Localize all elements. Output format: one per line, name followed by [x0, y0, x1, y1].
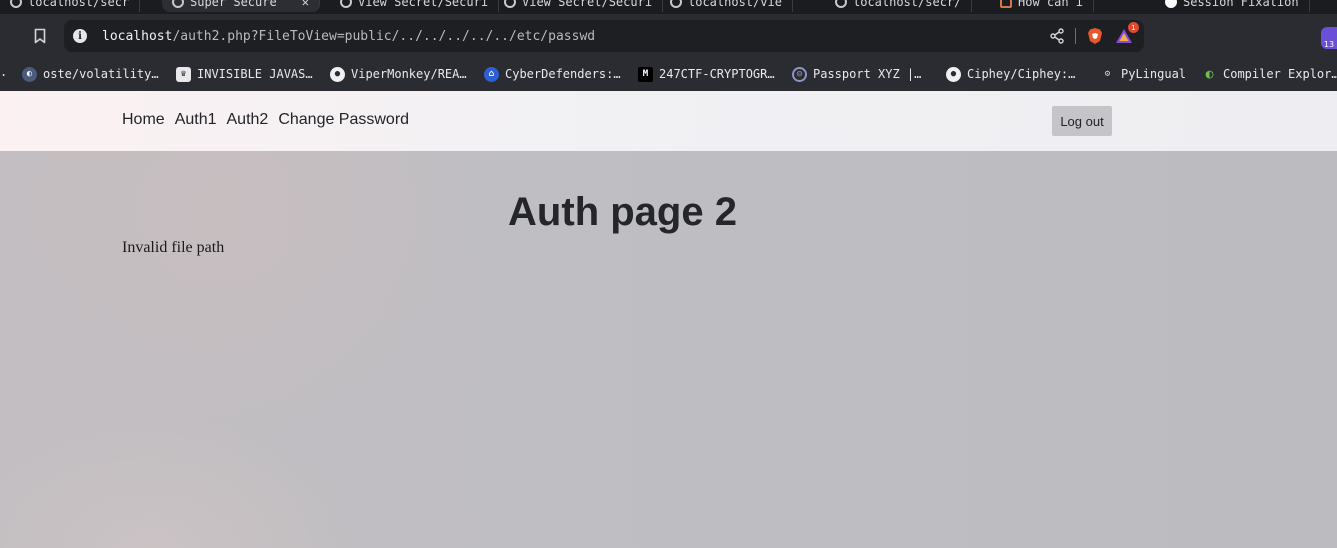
github-icon: ● [330, 66, 345, 82]
share-icon[interactable] [1049, 28, 1065, 44]
site-info-icon[interactable]: i [73, 29, 87, 43]
bookmarks-bar: . ◐ oste/volatility… ♛ INVISIBLE JAVAS… ● V… [0, 58, 1337, 91]
compiler-explorer-icon: ◐ [1205, 66, 1214, 82]
bookmark-overflow[interactable]: . [0, 65, 7, 79]
bookmark-item[interactable]: ◎ Passport XYZ |… [792, 63, 921, 85]
volatility-icon: ◐ [22, 66, 37, 82]
bookmark-icon [34, 28, 46, 44]
passport-icon: ◎ [792, 66, 807, 82]
bookmark-item[interactable]: ◐ oste/volatility… [22, 63, 159, 85]
tab-strip: localhost/secr Super Secure ✕ View Secret… [0, 0, 1337, 14]
error-message: Invalid file path [122, 239, 225, 256]
browser-tab-active[interactable]: Super Secure ✕ [162, 0, 320, 12]
nav-links: Home Auth1 Auth2 Change Password [122, 111, 409, 129]
site-navbar: Home Auth1 Auth2 Change Password Log out [0, 91, 1337, 151]
brave-rewards-button[interactable]: 1 [1114, 22, 1139, 46]
circle-icon [1165, 0, 1177, 8]
browser-tab[interactable]: localhost/secr [0, 0, 141, 12]
bookmark-page-button[interactable] [30, 26, 50, 46]
browser-toolbar: i localhost/auth2.php?FileToView=public/… [0, 14, 1337, 58]
divider [1075, 28, 1076, 44]
bookmark-item[interactable]: ⚙ PyLingual [1100, 63, 1186, 85]
globe-icon [670, 0, 682, 8]
cyberdefenders-icon: ⌂ [484, 66, 499, 82]
bookmark-item[interactable]: ● ViperMonkey/REA… [330, 63, 467, 85]
browser-tab[interactable]: View Secret/Securi [330, 0, 500, 12]
nav-link-auth2[interactable]: Auth2 [227, 111, 269, 129]
github-icon: ● [946, 66, 961, 82]
brave-shields-icon[interactable] [1086, 26, 1104, 46]
page-viewport: Home Auth1 Auth2 Change Password Log out… [0, 91, 1337, 548]
bookmark-item[interactable]: ◐ Compiler Explor… [1202, 63, 1337, 85]
globe-icon [504, 0, 516, 8]
extension-icon[interactable]: 13 [1321, 27, 1337, 49]
browser-tab[interactable]: How can i [990, 0, 1095, 12]
bookmark-item[interactable]: M 247CTF-CRYPTOGR… [638, 63, 775, 85]
globe-icon [835, 0, 847, 8]
page-title: Auth page 2 [508, 190, 737, 234]
url-text[interactable]: localhost/auth2.php?FileToView=public/..… [102, 29, 595, 44]
rewards-badge: 1 [1128, 22, 1139, 33]
browser-tab[interactable]: Session Fixation [1155, 0, 1310, 12]
logout-button[interactable]: Log out [1052, 106, 1112, 136]
browser-tab[interactable]: View Secret/Securi [494, 0, 664, 12]
globe-icon [10, 0, 22, 8]
bookmark-item[interactable]: ⌂ CyberDefenders:… [484, 63, 621, 85]
nav-link-home[interactable]: Home [122, 111, 165, 129]
nav-link-auth1[interactable]: Auth1 [175, 111, 217, 129]
pylingual-icon: ⚙ [1104, 69, 1111, 79]
bookmark-item[interactable]: ♛ INVISIBLE JAVAS… [176, 63, 313, 85]
chef-hat-icon: ♛ [176, 66, 191, 82]
medium-icon: M [638, 66, 653, 82]
globe-icon [172, 0, 184, 8]
browser-tab[interactable]: localhost/vie [660, 0, 793, 12]
address-bar[interactable]: i localhost/auth2.php?FileToView=public/… [64, 20, 1144, 52]
nav-link-change-password[interactable]: Change Password [278, 111, 409, 129]
close-tab-icon[interactable]: ✕ [302, 0, 309, 9]
globe-icon [340, 0, 352, 8]
bookmark-item[interactable]: ● Ciphey/Ciphey:… [946, 63, 1075, 85]
browser-tab[interactable]: localhost/secr/ [825, 0, 973, 12]
address-bar-actions: 1 [1049, 22, 1139, 46]
document-icon [1000, 0, 1012, 8]
